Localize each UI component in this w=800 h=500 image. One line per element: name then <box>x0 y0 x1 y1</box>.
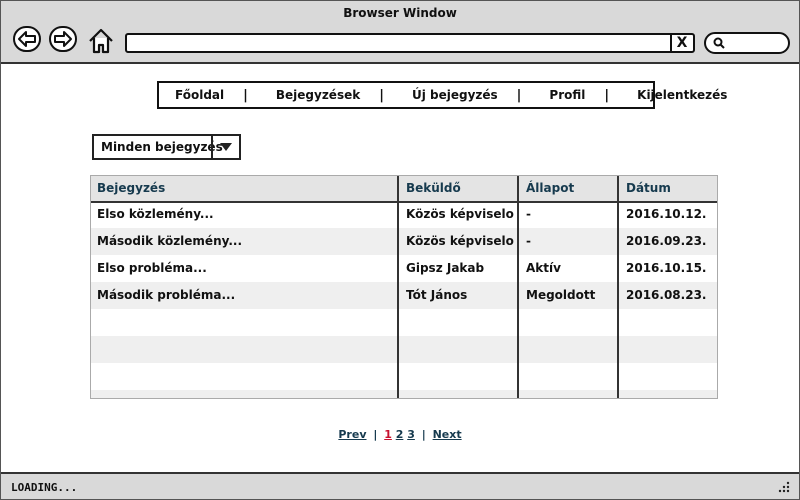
cell-post: Második probléma... <box>97 288 236 302</box>
resize-grip-icon[interactable] <box>777 480 791 494</box>
prev-page-link[interactable]: Prev <box>338 428 366 441</box>
address-bar[interactable]: X <box>125 33 695 53</box>
post-filter-select[interactable]: Minden bejegyzés <box>92 134 241 160</box>
forward-icon <box>54 31 72 47</box>
cell-date: 2016.09.23. <box>626 234 707 248</box>
dropdown-toggle[interactable] <box>211 136 239 158</box>
cell-date: 2016.10.12. <box>626 207 707 221</box>
next-page-link[interactable]: Next <box>433 428 462 441</box>
menu-item-home[interactable]: Főoldal <box>175 88 224 102</box>
column-header-status[interactable]: Állapot <box>526 181 574 195</box>
column-header-post[interactable]: Bejegyzés <box>97 181 165 195</box>
menu-separator: | <box>516 87 522 103</box>
back-icon <box>18 31 36 47</box>
menu-item-logout[interactable]: Kijelentkezés <box>637 88 727 102</box>
cell-date: 2016.08.23. <box>626 288 707 302</box>
cell-status: Aktív <box>526 261 561 275</box>
column-divider <box>517 176 519 398</box>
menu-item-posts[interactable]: Bejegyzések <box>276 88 360 102</box>
column-divider <box>617 176 619 398</box>
main-menu: Főoldal | Bejegyzések | Új bejegyzés | P… <box>157 81 727 109</box>
cell-sender: Tót János <box>406 288 468 302</box>
empty-table-row <box>91 309 717 336</box>
column-header-sender[interactable]: Beküldő <box>406 181 461 195</box>
table-row[interactable]: Második közlemény... Közös képviselo - 2… <box>91 228 717 255</box>
cell-status: - <box>526 234 531 248</box>
page-link[interactable]: 2 <box>396 428 404 441</box>
page-link[interactable]: 3 <box>407 428 415 441</box>
dropdown-arrow-icon <box>220 143 232 151</box>
home-button[interactable] <box>87 27 115 55</box>
cell-status: Megoldott <box>526 288 596 302</box>
post-filter-value: Minden bejegyzés <box>101 140 223 154</box>
menu-separator: | <box>379 87 384 103</box>
empty-table-row <box>91 390 717 398</box>
cell-status: - <box>526 207 531 221</box>
browser-toolbar: Browser Window X <box>1 1 799 64</box>
cell-date: 2016.10.15. <box>626 261 707 275</box>
empty-table-row <box>91 363 717 390</box>
table-row[interactable]: Második probléma... Tót János Megoldott … <box>91 282 717 309</box>
cell-sender: Gipsz Jakab <box>406 261 485 275</box>
cell-sender: Közös képviselo <box>406 207 514 221</box>
cell-post: Második közlemény... <box>97 234 243 248</box>
pagination-separator: | <box>421 428 426 441</box>
forward-button[interactable] <box>49 26 77 52</box>
table-header: Bejegyzés Beküldő Állapot Dátum <box>91 176 717 203</box>
posts-table: Bejegyzés Beküldő Állapot Dátum Elso köz… <box>90 175 718 399</box>
status-bar: LOADING... <box>1 472 799 499</box>
clear-address-button[interactable]: X <box>670 34 692 52</box>
cell-sender: Közös képviselo <box>406 234 514 248</box>
search-icon <box>713 37 725 49</box>
cell-post: Elso probléma... <box>97 261 207 275</box>
table-row[interactable]: Elso közlemény... Közös képviselo - 2016… <box>91 201 717 228</box>
menu-item-new-post[interactable]: Új bejegyzés <box>412 88 498 102</box>
page-link-current[interactable]: 1 <box>384 428 392 441</box>
column-header-date[interactable]: Dátum <box>626 181 671 195</box>
status-text: LOADING... <box>11 481 78 494</box>
window-title: Browser Window <box>343 6 457 20</box>
table-row[interactable]: Elso probléma... Gipsz Jakab Aktív 2016.… <box>91 255 717 282</box>
column-divider <box>397 176 399 398</box>
menu-separator: | <box>604 87 610 103</box>
search-field[interactable] <box>704 32 790 54</box>
pagination-separator: | <box>373 428 378 441</box>
empty-table-row <box>91 336 717 363</box>
back-button[interactable] <box>13 26 41 52</box>
pagination: Prev | 1 2 3 | Next <box>0 428 800 441</box>
home-icon <box>89 28 113 54</box>
cell-post: Elso közlemény... <box>97 207 214 221</box>
menu-separator: | <box>243 87 248 103</box>
menu-item-profile[interactable]: Profil <box>549 88 585 102</box>
